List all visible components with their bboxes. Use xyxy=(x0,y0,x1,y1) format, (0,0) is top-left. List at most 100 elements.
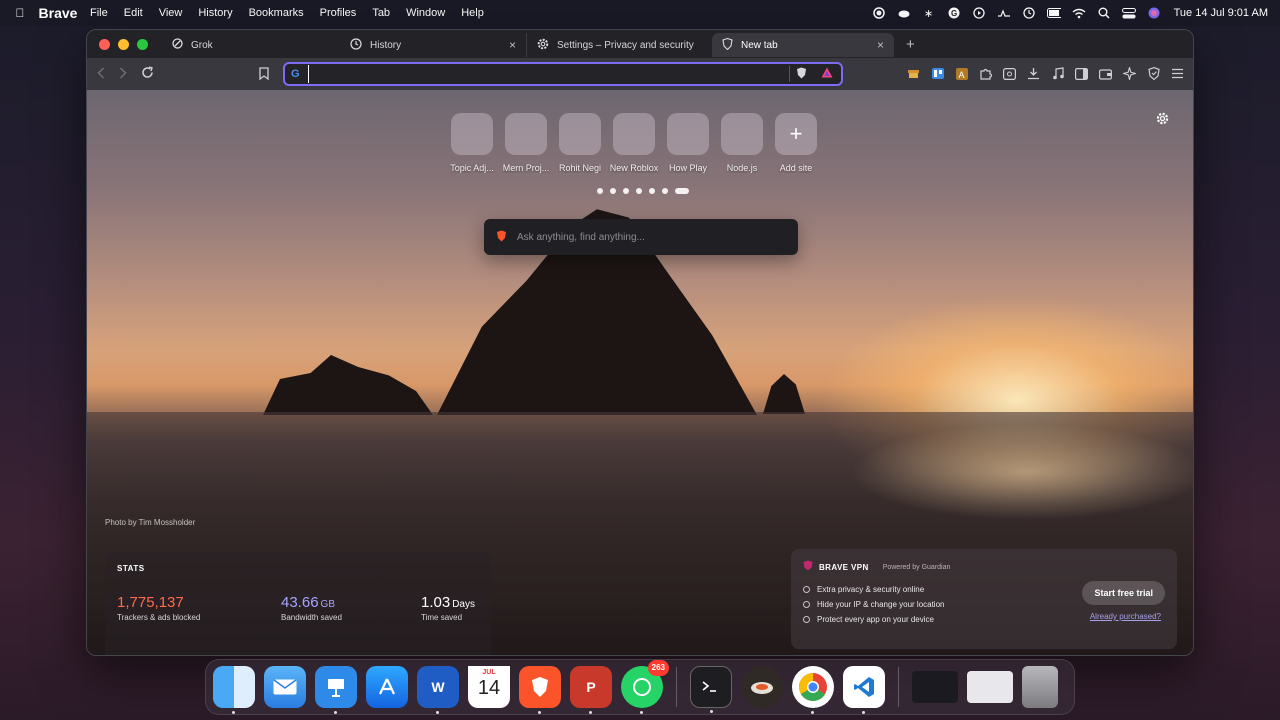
whatsapp-icon[interactable]: 263 xyxy=(621,660,669,714)
siri-icon[interactable] xyxy=(1147,6,1161,20)
pager-dot[interactable] xyxy=(610,188,616,194)
new-tab-button[interactable]: + xyxy=(906,36,915,53)
top-site-tile[interactable]: Rohit Negi xyxy=(559,113,601,173)
add-site-button[interactable]: + Add site xyxy=(775,113,817,173)
menu-file[interactable]: File xyxy=(82,7,116,19)
activity-icon[interactable] xyxy=(997,6,1011,20)
pager-dot-active[interactable] xyxy=(675,188,689,194)
tab-grok[interactable]: Grok xyxy=(162,33,340,57)
running-indicator xyxy=(334,711,337,714)
battery-icon[interactable] xyxy=(1046,6,1061,20)
minimize-window-button[interactable] xyxy=(118,38,129,50)
menu-clock[interactable]: Tue 14 Jul 9:01 AM xyxy=(1174,7,1268,19)
wifi-icon[interactable] xyxy=(1072,6,1086,20)
play-icon[interactable] xyxy=(972,6,986,20)
top-site-tile[interactable]: How Play xyxy=(667,113,709,173)
zoom-window-button[interactable] xyxy=(137,38,148,50)
minimized-brave-window-thumbnail[interactable] xyxy=(967,671,1013,703)
main-menu-icon[interactable] xyxy=(1170,66,1185,81)
brave-rewards-icon[interactable] xyxy=(821,67,833,81)
running-indicator xyxy=(538,711,541,714)
wallet-icon[interactable] xyxy=(1098,66,1113,81)
leo-ai-icon[interactable] xyxy=(1122,66,1137,81)
brave-shields-icon[interactable] xyxy=(796,67,807,82)
vpn-shield-icon[interactable] xyxy=(1146,66,1161,81)
brave-logo-icon xyxy=(496,230,507,245)
bluetooth-icon[interactable]: ∗ xyxy=(922,6,936,20)
ntp-settings-gear-icon[interactable] xyxy=(1156,112,1169,128)
terminal-icon[interactable] xyxy=(690,666,732,713)
ntp-search-box[interactable]: Ask anything, find anything... xyxy=(484,219,798,255)
brave-browser-icon[interactable] xyxy=(519,666,561,714)
menu-help[interactable]: Help xyxy=(453,7,492,19)
address-bar[interactable]: G xyxy=(283,62,843,86)
keynote-icon[interactable] xyxy=(315,666,357,714)
top-site-tile[interactable]: Mern Proj... xyxy=(503,113,549,173)
back-icon[interactable] xyxy=(97,66,105,82)
tab-new-tab[interactable]: New tab × xyxy=(712,33,894,57)
media-music-icon[interactable] xyxy=(1050,66,1065,81)
site-label: Node.js xyxy=(726,163,758,173)
record-icon[interactable] xyxy=(872,6,886,20)
pager-dot[interactable] xyxy=(662,188,668,194)
mail-icon[interactable] xyxy=(264,666,306,708)
finder-icon[interactable] xyxy=(213,666,255,714)
window-controls xyxy=(87,38,162,50)
close-window-button[interactable] xyxy=(99,38,110,50)
close-tab-icon[interactable]: × xyxy=(509,38,516,52)
download-icon[interactable] xyxy=(1026,66,1041,81)
powerpoint-icon[interactable]: P xyxy=(570,666,612,714)
trash-icon[interactable] xyxy=(1022,666,1058,708)
extension-adobe-icon[interactable]: A xyxy=(954,66,969,81)
menu-history[interactable]: History xyxy=(190,7,240,19)
pasta-app-icon[interactable] xyxy=(741,666,783,708)
apple-menu-icon[interactable]:  xyxy=(0,6,40,20)
tab-history[interactable]: History × xyxy=(340,33,526,57)
reload-icon[interactable] xyxy=(141,66,154,82)
menu-edit[interactable]: Edit xyxy=(116,7,151,19)
menu-view[interactable]: View xyxy=(151,7,191,19)
check-icon xyxy=(803,586,810,593)
photo-credit[interactable]: Photo by Tim Mossholder xyxy=(105,518,195,527)
top-site-tile[interactable]: Topic Adj... xyxy=(450,113,494,173)
menu-window[interactable]: Window xyxy=(398,7,453,19)
pager-dot[interactable] xyxy=(636,188,642,194)
browser-window: Grok History × Settings – Privacy and se… xyxy=(86,29,1194,656)
google-icon: G xyxy=(291,68,300,80)
extensions-puzzle-icon[interactable] xyxy=(978,66,993,81)
sidebar-toggle-icon[interactable] xyxy=(1074,66,1089,81)
top-site-tile[interactable]: Node.js xyxy=(721,113,763,173)
toolbar-actions: A xyxy=(906,66,1185,81)
control-center-icon[interactable] xyxy=(1121,6,1136,20)
menu-profiles[interactable]: Profiles xyxy=(312,7,365,19)
menu-tab[interactable]: Tab xyxy=(364,7,398,19)
browser-toolbar: G A xyxy=(87,58,1193,90)
start-free-trial-button[interactable]: Start free trial xyxy=(1082,581,1165,605)
forward-icon[interactable] xyxy=(119,66,127,82)
app-store-icon[interactable] xyxy=(366,666,408,708)
pager-dot[interactable] xyxy=(597,188,603,194)
plus-icon: + xyxy=(775,113,817,155)
already-purchased-link[interactable]: Already purchased? xyxy=(1090,612,1161,621)
screenshot-icon[interactable] xyxy=(1002,66,1017,81)
menu-bookmarks[interactable]: Bookmarks xyxy=(241,7,312,19)
chrome-icon[interactable] xyxy=(792,666,834,714)
minimized-vscode-window-thumbnail[interactable] xyxy=(912,671,958,703)
vscode-icon[interactable] xyxy=(843,666,885,714)
extension-trello-icon[interactable] xyxy=(930,66,945,81)
menu-app-name[interactable]: Brave xyxy=(39,0,82,34)
close-tab-icon[interactable]: × xyxy=(877,38,884,52)
bookmark-icon[interactable] xyxy=(259,67,269,83)
top-site-tile[interactable]: New Roblox xyxy=(610,113,658,173)
time-machine-icon[interactable] xyxy=(1022,6,1036,20)
pager-dot[interactable] xyxy=(623,188,629,194)
pager-dot[interactable] xyxy=(649,188,655,194)
address-input[interactable] xyxy=(307,65,783,83)
cloud-icon[interactable] xyxy=(897,6,911,20)
word-icon[interactable]: W xyxy=(417,666,459,714)
tab-settings[interactable]: Settings – Privacy and security xyxy=(526,33,712,57)
extension-gift-icon[interactable] xyxy=(906,66,921,81)
calendar-icon[interactable]: JUL 14 xyxy=(468,666,510,708)
grammarly-icon[interactable]: G xyxy=(947,6,961,20)
spotlight-search-icon[interactable] xyxy=(1097,6,1111,20)
